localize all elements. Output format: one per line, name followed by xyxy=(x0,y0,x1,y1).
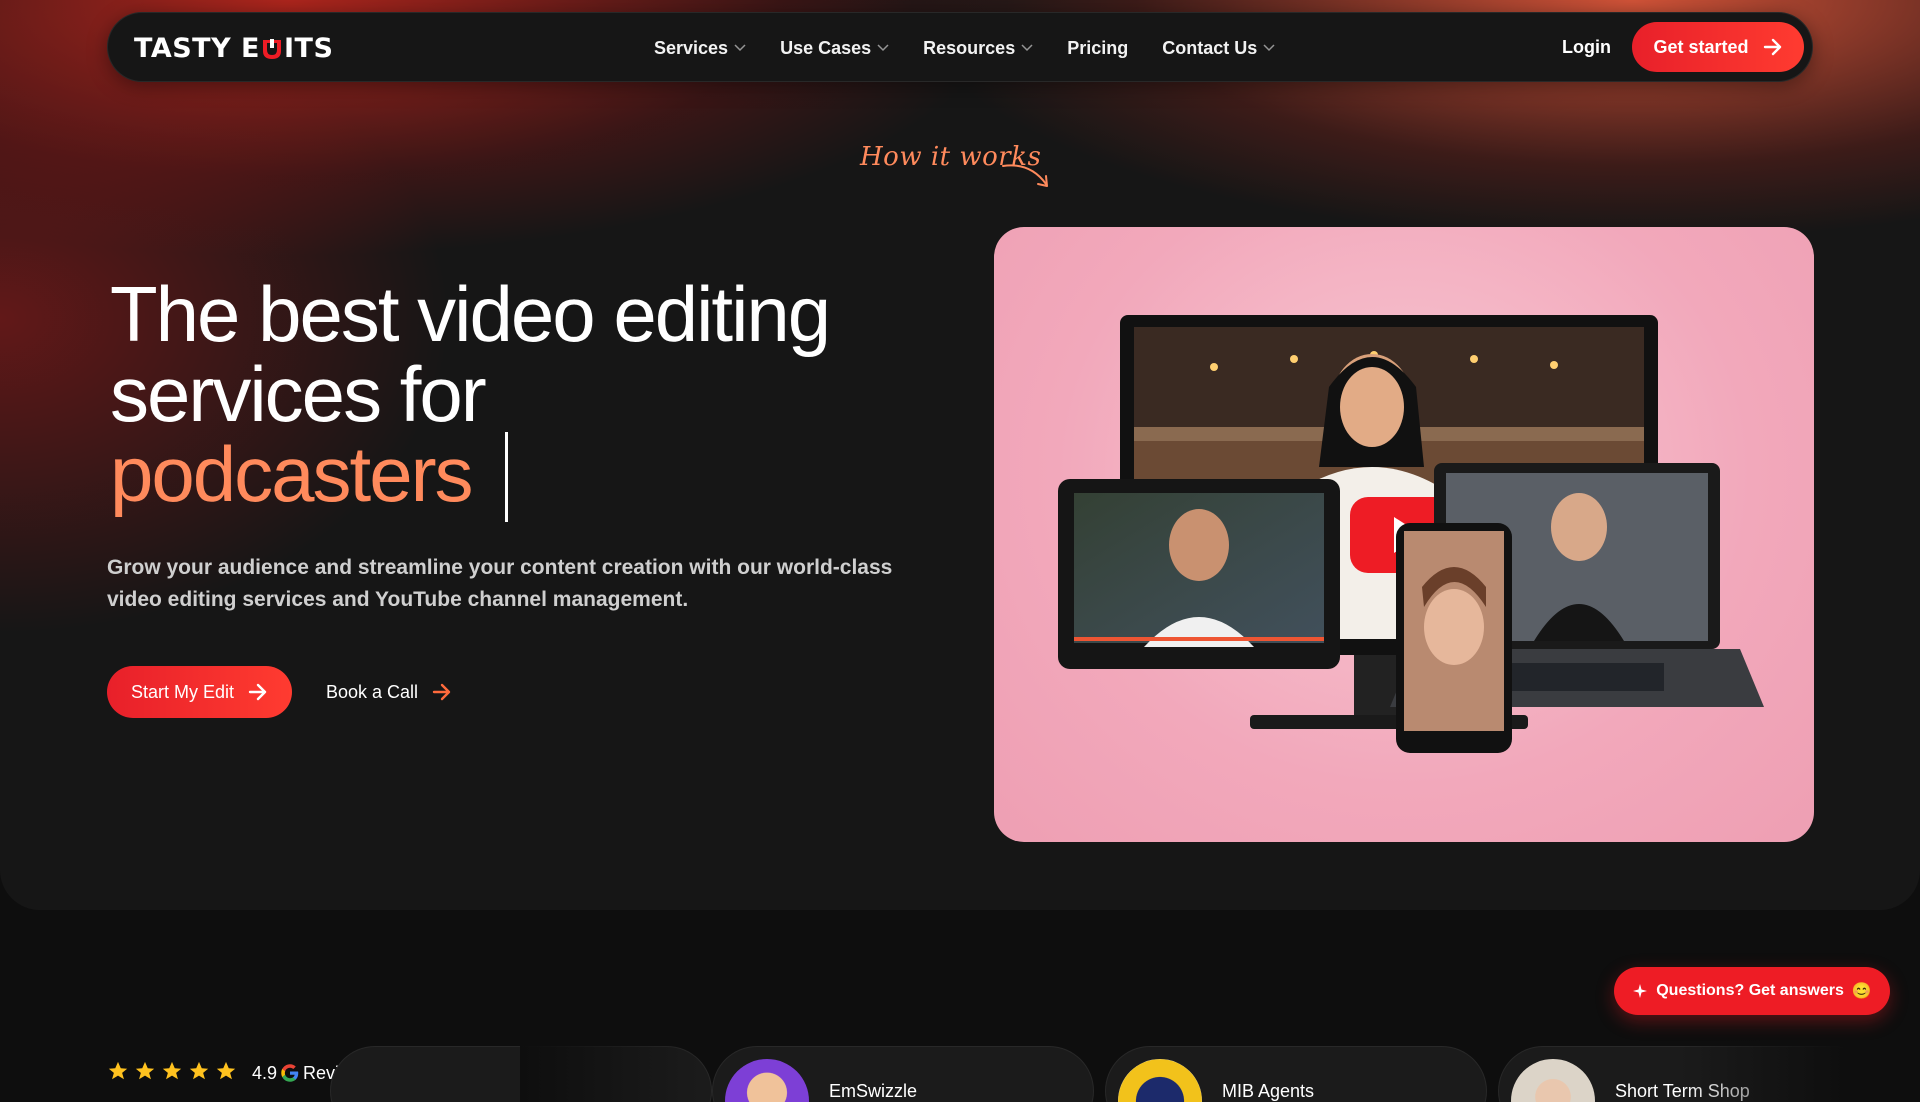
star-icon xyxy=(162,1061,182,1080)
sparkle-icon xyxy=(1633,984,1648,998)
client-card-mib-agents[interactable]: MIB Agents xyxy=(1105,1046,1487,1102)
questions-chat-button[interactable]: Questions? Get answers 😊 xyxy=(1614,967,1890,1015)
login-link[interactable]: Login xyxy=(1562,37,1611,58)
smile-emoji-icon: 😊 xyxy=(1851,983,1872,1000)
menu-item-services[interactable]: Services xyxy=(654,38,746,59)
logo-text-right: ITS xyxy=(283,33,334,64)
google-icon xyxy=(281,1064,299,1082)
client-avatar xyxy=(1118,1059,1202,1102)
arrow-right-icon xyxy=(248,683,267,701)
hero-subtext: Grow your audience and streamline your c… xyxy=(107,556,893,611)
main-menu: Services Use Cases Resources Pricing Con… xyxy=(654,13,1309,83)
brand-logo[interactable]: TASTY E ITS xyxy=(134,33,333,64)
hero-section: TASTY E ITS Services Use Cases Resources … xyxy=(0,0,1920,910)
client-card-emswizzle[interactable]: EmSwizzle xyxy=(712,1046,1094,1102)
hero-devices-illustration xyxy=(994,227,1814,842)
chevron-down-icon xyxy=(734,44,746,52)
typing-cursor xyxy=(505,432,508,522)
get-started-button[interactable]: Get started xyxy=(1632,22,1804,72)
logo-d-icon xyxy=(261,37,283,61)
chevron-down-icon xyxy=(1021,44,1033,52)
client-avatar xyxy=(1511,1059,1595,1102)
menu-item-contact-us[interactable]: Contact Us xyxy=(1162,38,1275,59)
chevron-down-icon xyxy=(877,44,889,52)
client-avatar xyxy=(725,1059,809,1102)
chevron-down-icon xyxy=(1263,44,1275,52)
hero-headline: The best video editing services for podc… xyxy=(110,270,831,518)
star-icon xyxy=(135,1061,155,1080)
menu-item-use-cases[interactable]: Use Cases xyxy=(780,38,889,59)
rating-stars xyxy=(107,1060,237,1082)
star-icon xyxy=(189,1061,209,1080)
arrow-right-icon xyxy=(432,683,451,701)
devices-graphic xyxy=(1058,315,1764,753)
top-navbar: TASTY E ITS Services Use Cases Resources … xyxy=(107,12,1813,82)
menu-item-pricing[interactable]: Pricing xyxy=(1067,38,1128,59)
start-my-edit-button[interactable]: Start My Edit xyxy=(107,666,292,718)
carousel-fade-left xyxy=(520,1040,700,1102)
star-icon xyxy=(216,1061,236,1080)
book-a-call-link[interactable]: Book a Call xyxy=(326,666,452,718)
carousel-fade-right xyxy=(1680,1040,1920,1102)
arrow-right-icon xyxy=(1763,38,1781,56)
menu-item-resources[interactable]: Resources xyxy=(923,38,1033,59)
logo-text-left: TASTY E xyxy=(134,33,260,64)
star-icon xyxy=(108,1061,128,1080)
headline-accent-word: podcasters xyxy=(110,430,474,518)
curved-arrow-icon xyxy=(1002,164,1048,187)
